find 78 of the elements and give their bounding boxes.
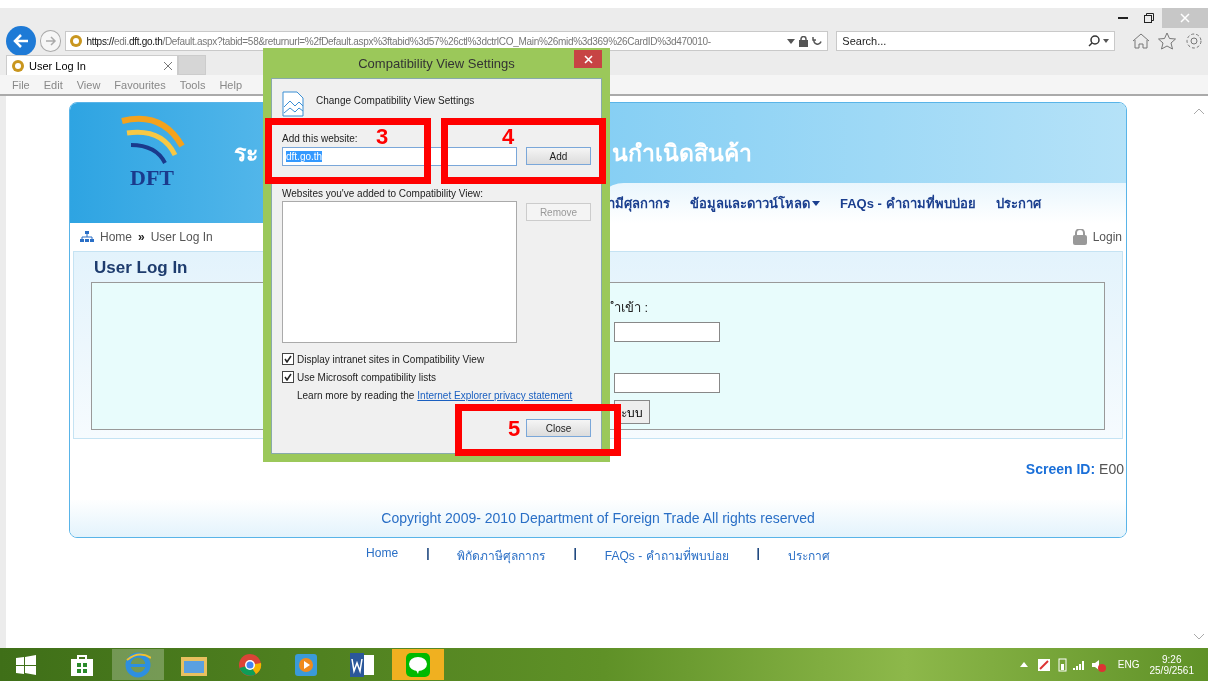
tray-expand-icon[interactable]	[1019, 662, 1028, 667]
lock-icon	[1072, 229, 1087, 245]
footer-link[interactable]: พิกัดภาษีศุลกากร	[457, 546, 546, 565]
scroll-down-icon[interactable]	[1193, 633, 1205, 640]
site-title: ระ	[234, 139, 258, 168]
windows-logo-icon	[16, 654, 36, 675]
menu-item[interactable]: File	[12, 78, 30, 91]
logo-text: DFT	[130, 165, 174, 191]
menu-item[interactable]: View	[76, 78, 101, 91]
breadcrumb-link[interactable]: Home	[100, 230, 132, 244]
footer-separator: |	[756, 546, 760, 562]
back-arrow-icon	[12, 34, 29, 48]
back-button[interactable]	[6, 26, 36, 56]
forward-arrow-icon	[44, 36, 57, 46]
close-tab-icon[interactable]	[164, 61, 172, 70]
add-button[interactable]: Add	[526, 147, 591, 165]
close-icon	[583, 54, 593, 64]
tray-icons-drawing	[1037, 657, 1108, 672]
breadcrumb-current: User Log In	[150, 230, 213, 244]
footer-separator: |	[426, 546, 430, 562]
list-label: Websites you've added to Compatibility View:	[282, 188, 485, 199]
checkbox[interactable]	[282, 353, 294, 365]
dialog-heading: Change Compatibility View Settings	[316, 95, 475, 106]
screen-id-value: E00	[1099, 461, 1124, 477]
footer-link[interactable]: FAQs - คำถามที่พบบ่อย	[604, 546, 729, 565]
footer-link[interactable]: ประกาศ	[787, 546, 830, 565]
step-number: 4	[502, 125, 515, 149]
nav-link[interactable]: FAQs - คำถามที่พบบ่อย	[840, 192, 976, 214]
menu-item[interactable]: Help	[219, 78, 243, 91]
nav-link[interactable]: ามีศุลกากร	[608, 192, 670, 214]
browser-tab[interactable]: User Log In	[6, 55, 178, 75]
language-indicator[interactable]: ENG	[1117, 659, 1140, 670]
search-field[interactable]: Search...	[836, 31, 1115, 51]
document-icon	[282, 91, 304, 117]
forward-button[interactable]	[39, 30, 62, 52]
step-number: 5	[508, 417, 521, 441]
address-field[interactable]: https://edi.dft.go.th/Default.aspx?tabid=58&returnurl=%2fDefault.aspx%3ftabid%3d57%26ctl%3dctrlCO_Main%26mid%3d369%26CardID%3d470010-	[65, 31, 829, 51]
field-label: Add this website:	[282, 133, 358, 144]
panel-title: User Log In	[93, 257, 189, 279]
scroll-up-icon[interactable]	[1193, 108, 1205, 115]
checkbox-label: Display intranet sites in Compatibility View	[297, 353, 485, 365]
footer-link[interactable]: Home	[366, 546, 399, 565]
menu-item[interactable]: Favourites	[114, 78, 166, 91]
dropdown-icon[interactable]	[787, 38, 796, 44]
checkbox-label: Use Microsoft compatibility lists	[297, 371, 436, 383]
checkmark-icon	[284, 355, 292, 363]
menu-item[interactable]: Tools	[179, 78, 206, 91]
minimize-icon	[1118, 17, 1128, 19]
close-button[interactable]	[574, 50, 602, 68]
site-title: นกำเนิดสินค้า	[612, 139, 752, 168]
input-field[interactable]	[614, 373, 720, 393]
restore-icon	[1144, 13, 1154, 23]
close-dialog-button[interactable]: Close	[526, 419, 591, 437]
address-url: https://edi.dft.go.th/Default.aspx?tabid=58&returnurl=%2fDefault.aspx%3ftabid%3d57%26ctl%3dctrlCO_Main%26mid%3d369%26CardID%3d470010-	[86, 35, 711, 47]
checkmark-icon	[284, 373, 292, 381]
login-link[interactable]: Login	[1092, 230, 1122, 244]
learn-more-text: Learn more by reading the	[297, 390, 415, 401]
nav-link[interactable]: ข้อมูลและดาวน์โหลด	[690, 192, 820, 214]
close-icon	[1180, 13, 1190, 23]
menu-item[interactable]: Edit	[43, 78, 63, 91]
screen-id-label: Screen ID:	[1025, 461, 1096, 477]
lock-icon	[799, 35, 809, 47]
dialog-title: Compatibility View Settings	[358, 55, 515, 71]
step-number: 3	[376, 125, 389, 149]
website-list[interactable]	[282, 201, 517, 343]
website-input[interactable]: dft.go.th	[282, 147, 517, 166]
clock[interactable]: 9:26 25/9/2561	[1149, 653, 1194, 676]
input-field[interactable]	[614, 322, 720, 342]
sitemap-icon	[80, 231, 94, 243]
checkbox[interactable]	[282, 371, 294, 383]
footer-separator: |	[573, 546, 577, 562]
privacy-link[interactable]: Internet Explorer privacy statement	[417, 390, 573, 401]
search-icon[interactable]	[1087, 35, 1110, 47]
refresh-icon[interactable]	[812, 35, 824, 47]
site-icon	[70, 35, 83, 47]
site-icon	[12, 59, 24, 72]
breadcrumb-separator: »	[138, 230, 145, 244]
nav-link[interactable]: ประกาศ	[995, 192, 1041, 214]
